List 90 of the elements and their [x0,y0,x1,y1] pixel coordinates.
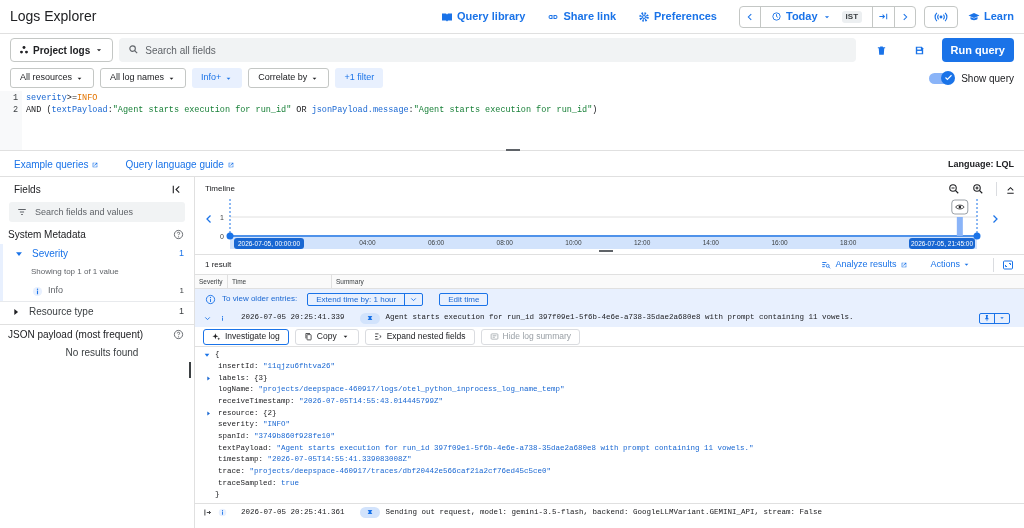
line-number: 1 [12,92,18,104]
project-scope-button[interactable]: Project logs [10,38,114,62]
notice-text: To view older entries: [222,293,298,305]
actions-button[interactable]: Actions [930,257,971,272]
zoom-out-icon [948,183,960,195]
summary-icon [489,332,499,341]
broadcast-icon [934,9,949,24]
info-icon [218,507,227,517]
search-icon [128,44,140,55]
log-action-button[interactable]: Copy [294,328,359,345]
zoom-in-icon [972,183,984,195]
graduation-cap-icon [968,10,981,23]
language-label: Language: LQL [948,157,1014,171]
log-action-button[interactable]: Expand nested fields [364,328,475,345]
filter-chip[interactable]: +1 filter [335,68,384,88]
save-icon [914,44,926,56]
jump-to-end-icon[interactable] [878,11,890,22]
time-range-picker[interactable]: Today IST [739,5,917,28]
learn-link[interactable]: Learn [968,8,1014,25]
result-count: 1 result [205,258,233,271]
filter-chip[interactable]: All resources [10,68,95,88]
check-icon [943,73,953,82]
info-icon [205,293,216,305]
expand-icon [1002,258,1014,271]
resize-handle[interactable] [599,250,613,252]
run-query-button[interactable]: Run query [941,38,1014,62]
page-title: Logs Explorer [10,7,97,26]
sparkle-icon [212,332,221,341]
chevron-left-icon[interactable] [745,11,755,22]
timezone-badge: IST [841,10,863,23]
help-link[interactable]: Query language guide [125,157,235,172]
field-note: Showing top 1 of 1 value [30,266,120,278]
pin-menu-button[interactable] [979,312,1010,324]
collapsed-triangle-icon [205,409,212,417]
expand-button[interactable] [1002,258,1014,271]
field-row[interactable]: Severity 1 [3,244,194,263]
filter-chip[interactable]: Info+ [192,68,243,88]
trash-icon [876,44,888,56]
external-link-icon [900,260,909,269]
query-line: severity>=INFO [26,92,99,104]
zoom-in-button[interactable] [972,183,984,195]
info-icon [32,285,43,297]
expand-nested-icon [373,332,383,341]
settings-icon [638,10,650,23]
external-link-icon [91,160,100,169]
panel-title: Fields [14,182,42,197]
filter-chip[interactable]: All log names [100,68,187,88]
summary-chip-icon [365,508,374,517]
header-link[interactable]: Query library [440,8,526,25]
show-query-label: Show query [961,71,1014,86]
edit-time-button[interactable]: Edit time [439,292,489,306]
zoom-out-button[interactable] [948,183,960,195]
stream-logs-button[interactable] [924,5,959,28]
analyze-results-link[interactable]: Analyze results [821,257,909,272]
collapse-icon [171,183,182,195]
filter-icon [17,207,27,217]
scrollbar-thumb [189,362,191,378]
range-end-handle[interactable] [973,232,981,240]
log-action-button: Hide log summary [480,328,581,345]
field-value-row[interactable]: Info 1 [3,281,194,301]
header-link[interactable]: Share link [547,8,616,25]
help-icon [173,229,184,240]
expand-row-icon [203,507,212,517]
summary-chip-icon [365,314,374,322]
pin-icon [983,314,991,322]
field-search[interactable]: Search fields and values [9,202,185,222]
log-action-button[interactable]: Investigate log [203,328,289,345]
filter-chip[interactable]: Correlate by [248,68,330,88]
eye-badge-icon[interactable] [951,199,969,215]
empty-message: No results found [64,346,140,360]
clock-icon [771,11,782,22]
header-link[interactable]: Preferences [638,8,717,25]
resize-handle[interactable] [506,149,520,151]
help-link[interactable]: Example queries [14,157,100,172]
query-line: AND (textPayload:"Agent starts execution for run_id" OR jsonPayload.message:"Agent starts execution for run_id") [26,104,599,116]
show-query-toggle[interactable] [929,72,954,84]
time-range-label[interactable]: Today [786,8,818,25]
collapse-panel-button[interactable] [171,183,182,195]
timeline-title: Timeline [205,183,236,195]
line-number: 2 [12,104,18,116]
copy-icon [303,332,313,341]
help-icon [173,328,184,340]
dots-icon [19,45,29,55]
analyze-icon [821,259,832,270]
collapsed-triangle-icon [205,374,212,382]
section-title: JSON payload (most frequent) [8,327,145,342]
field-row[interactable]: Resource type 1 [0,302,194,321]
search-field[interactable]: Search all fields [119,38,856,62]
range-start-handle[interactable] [226,232,234,240]
section-title: System Metadata [8,228,87,242]
